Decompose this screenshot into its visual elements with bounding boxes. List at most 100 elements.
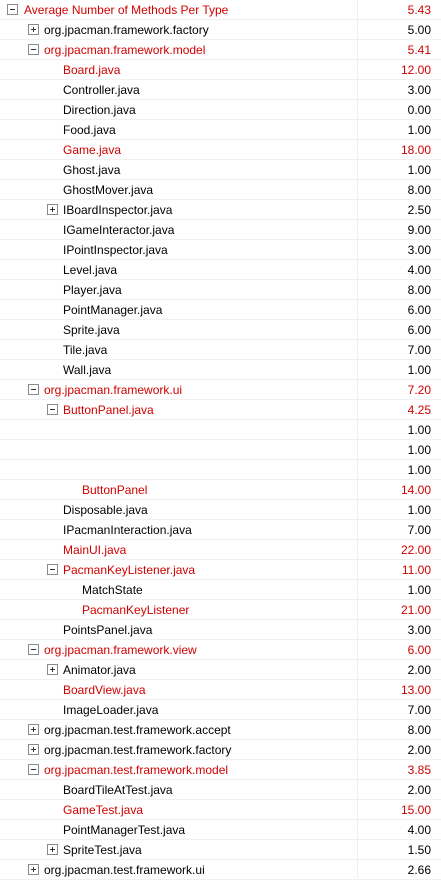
tree-row[interactable]: Disposable.java 1.00 (0, 500, 441, 520)
tree-row[interactable]: GameTest.java 15.00 (0, 800, 441, 820)
tree-row[interactable]: org.jpacman.test.framework.ui 2.66 (0, 860, 441, 880)
tree-row[interactable]: Controller.java 3.00 (0, 80, 441, 100)
row-label: Average Number of Methods Per Type (24, 3, 229, 17)
tree-row[interactable]: org.jpacman.framework.ui 7.20 (0, 380, 441, 400)
expand-icon[interactable] (47, 204, 58, 215)
row-label: IPointInspector.java (63, 243, 168, 257)
expand-icon[interactable] (28, 744, 39, 755)
row-label: org.jpacman.test.framework.factory (44, 743, 232, 757)
row-value: 1.00 (407, 123, 431, 137)
tree-row[interactable]: org.jpacman.framework.view 6.00 (0, 640, 441, 660)
tree-row[interactable]: org.jpacman.test.framework.model 3.85 (0, 760, 441, 780)
row-value: 9.00 (407, 223, 431, 237)
expand-icon[interactable] (28, 864, 39, 875)
row-label: Tile.java (63, 343, 108, 357)
expand-icon[interactable] (28, 724, 39, 735)
row-label: PacmanKeyListener (82, 603, 190, 617)
row-value: 7.00 (407, 343, 431, 357)
row-label: org.jpacman.test.framework.ui (44, 863, 205, 877)
tree-row[interactable]: Board.java 12.00 (0, 60, 441, 80)
tree-row[interactable]: Animator.java 2.00 (0, 660, 441, 680)
tree-row[interactable]: Game.java 18.00 (0, 140, 441, 160)
tree-row[interactable]: ButtonPanel 14.00 (0, 480, 441, 500)
tree-row[interactable]: 1.00 (0, 460, 441, 480)
row-value: 2.66 (407, 863, 431, 877)
row-label: org.jpacman.framework.ui (44, 383, 183, 397)
row-value: 1.00 (407, 163, 431, 177)
tree-row[interactable]: Tile.java 7.00 (0, 340, 441, 360)
row-value: 6.00 (407, 323, 431, 337)
row-value: 0.00 (407, 103, 431, 117)
tree-row[interactable]: ButtonPanel.java 4.25 (0, 400, 441, 420)
row-value: 3.85 (407, 763, 431, 777)
row-value: 15.00 (400, 803, 431, 817)
tree-row[interactable]: PointsPanel.java 3.00 (0, 620, 441, 640)
row-label: ButtonPanel (82, 483, 148, 497)
row-label: SpriteTest.java (63, 843, 142, 857)
tree-row[interactable]: org.jpacman.framework.model 5.41 (0, 40, 441, 60)
tree-row[interactable]: ImageLoader.java 7.00 (0, 700, 441, 720)
row-value: 14.00 (400, 483, 431, 497)
row-value: 8.00 (407, 723, 431, 737)
tree-row[interactable]: Player.java 8.00 (0, 280, 441, 300)
collapse-icon[interactable] (47, 564, 58, 575)
tree-row[interactable]: Ghost.java 1.00 (0, 160, 441, 180)
tree-row[interactable]: Wall.java 1.00 (0, 360, 441, 380)
row-label: Disposable.java (63, 503, 148, 517)
tree-row[interactable]: PacmanKeyListener 21.00 (0, 600, 441, 620)
tree-row[interactable]: IPacmanInteraction.java 7.00 (0, 520, 441, 540)
row-label: MatchState (82, 583, 143, 597)
row-label: PointManagerTest.java (63, 823, 186, 837)
tree-row[interactable]: Sprite.java 6.00 (0, 320, 441, 340)
collapse-icon[interactable] (28, 644, 39, 655)
tree-row[interactable]: Level.java 4.00 (0, 260, 441, 280)
tree-row[interactable]: 1.00 (0, 440, 441, 460)
row-label: Game.java (63, 143, 122, 157)
row-value: 6.00 (407, 643, 431, 657)
tree-row[interactable]: org.jpacman.test.framework.accept 8.00 (0, 720, 441, 740)
row-label: Sprite.java (63, 323, 120, 337)
tree-row[interactable]: PointManagerTest.java 4.00 (0, 820, 441, 840)
tree-row[interactable]: Food.java 1.00 (0, 120, 441, 140)
expand-icon[interactable] (28, 24, 39, 35)
tree-row[interactable]: Direction.java 0.00 (0, 100, 441, 120)
row-label: Direction.java (63, 103, 136, 117)
row-label: PacmanKeyListener.java (63, 563, 196, 577)
row-value: 1.50 (407, 843, 431, 857)
tree-row[interactable]: PacmanKeyListener.java 11.00 (0, 560, 441, 580)
tree-row[interactable]: MainUI.java 22.00 (0, 540, 441, 560)
tree-row[interactable]: BoardView.java 13.00 (0, 680, 441, 700)
tree-row[interactable]: org.jpacman.test.framework.factory 2.00 (0, 740, 441, 760)
tree-row[interactable]: org.jpacman.framework.factory 5.00 (0, 20, 441, 40)
tree-row[interactable]: MatchState 1.00 (0, 580, 441, 600)
row-label: ImageLoader.java (63, 703, 159, 717)
tree-row[interactable]: 1.00 (0, 420, 441, 440)
tree-row[interactable]: PointManager.java 6.00 (0, 300, 441, 320)
expand-icon[interactable] (47, 844, 58, 855)
collapse-icon[interactable] (28, 764, 39, 775)
row-value: 7.20 (407, 383, 431, 397)
row-value: 4.25 (407, 403, 431, 417)
collapse-icon[interactable] (7, 4, 18, 15)
row-value: 7.00 (407, 703, 431, 717)
row-value: 8.00 (407, 183, 431, 197)
collapse-icon[interactable] (28, 44, 39, 55)
expand-icon[interactable] (47, 664, 58, 675)
tree-row[interactable]: IGameInteractor.java 9.00 (0, 220, 441, 240)
row-value: 1.00 (407, 443, 431, 457)
row-value: 3.00 (407, 83, 431, 97)
row-value: 4.00 (407, 263, 431, 277)
tree-row[interactable]: GhostMover.java 8.00 (0, 180, 441, 200)
tree-row[interactable]: Average Number of Methods Per Type 5.43 (0, 0, 441, 20)
tree-row[interactable]: IPointInspector.java 3.00 (0, 240, 441, 260)
row-value: 3.00 (407, 623, 431, 637)
tree-row[interactable]: BoardTileAtTest.java 2.00 (0, 780, 441, 800)
row-label: org.jpacman.framework.factory (44, 23, 209, 37)
row-value: 5.00 (407, 23, 431, 37)
row-value: 2.00 (407, 783, 431, 797)
collapse-icon[interactable] (47, 404, 58, 415)
tree-row[interactable]: IBoardInspector.java 2.50 (0, 200, 441, 220)
tree-row[interactable]: SpriteTest.java 1.50 (0, 840, 441, 860)
row-value: 8.00 (407, 283, 431, 297)
collapse-icon[interactable] (28, 384, 39, 395)
